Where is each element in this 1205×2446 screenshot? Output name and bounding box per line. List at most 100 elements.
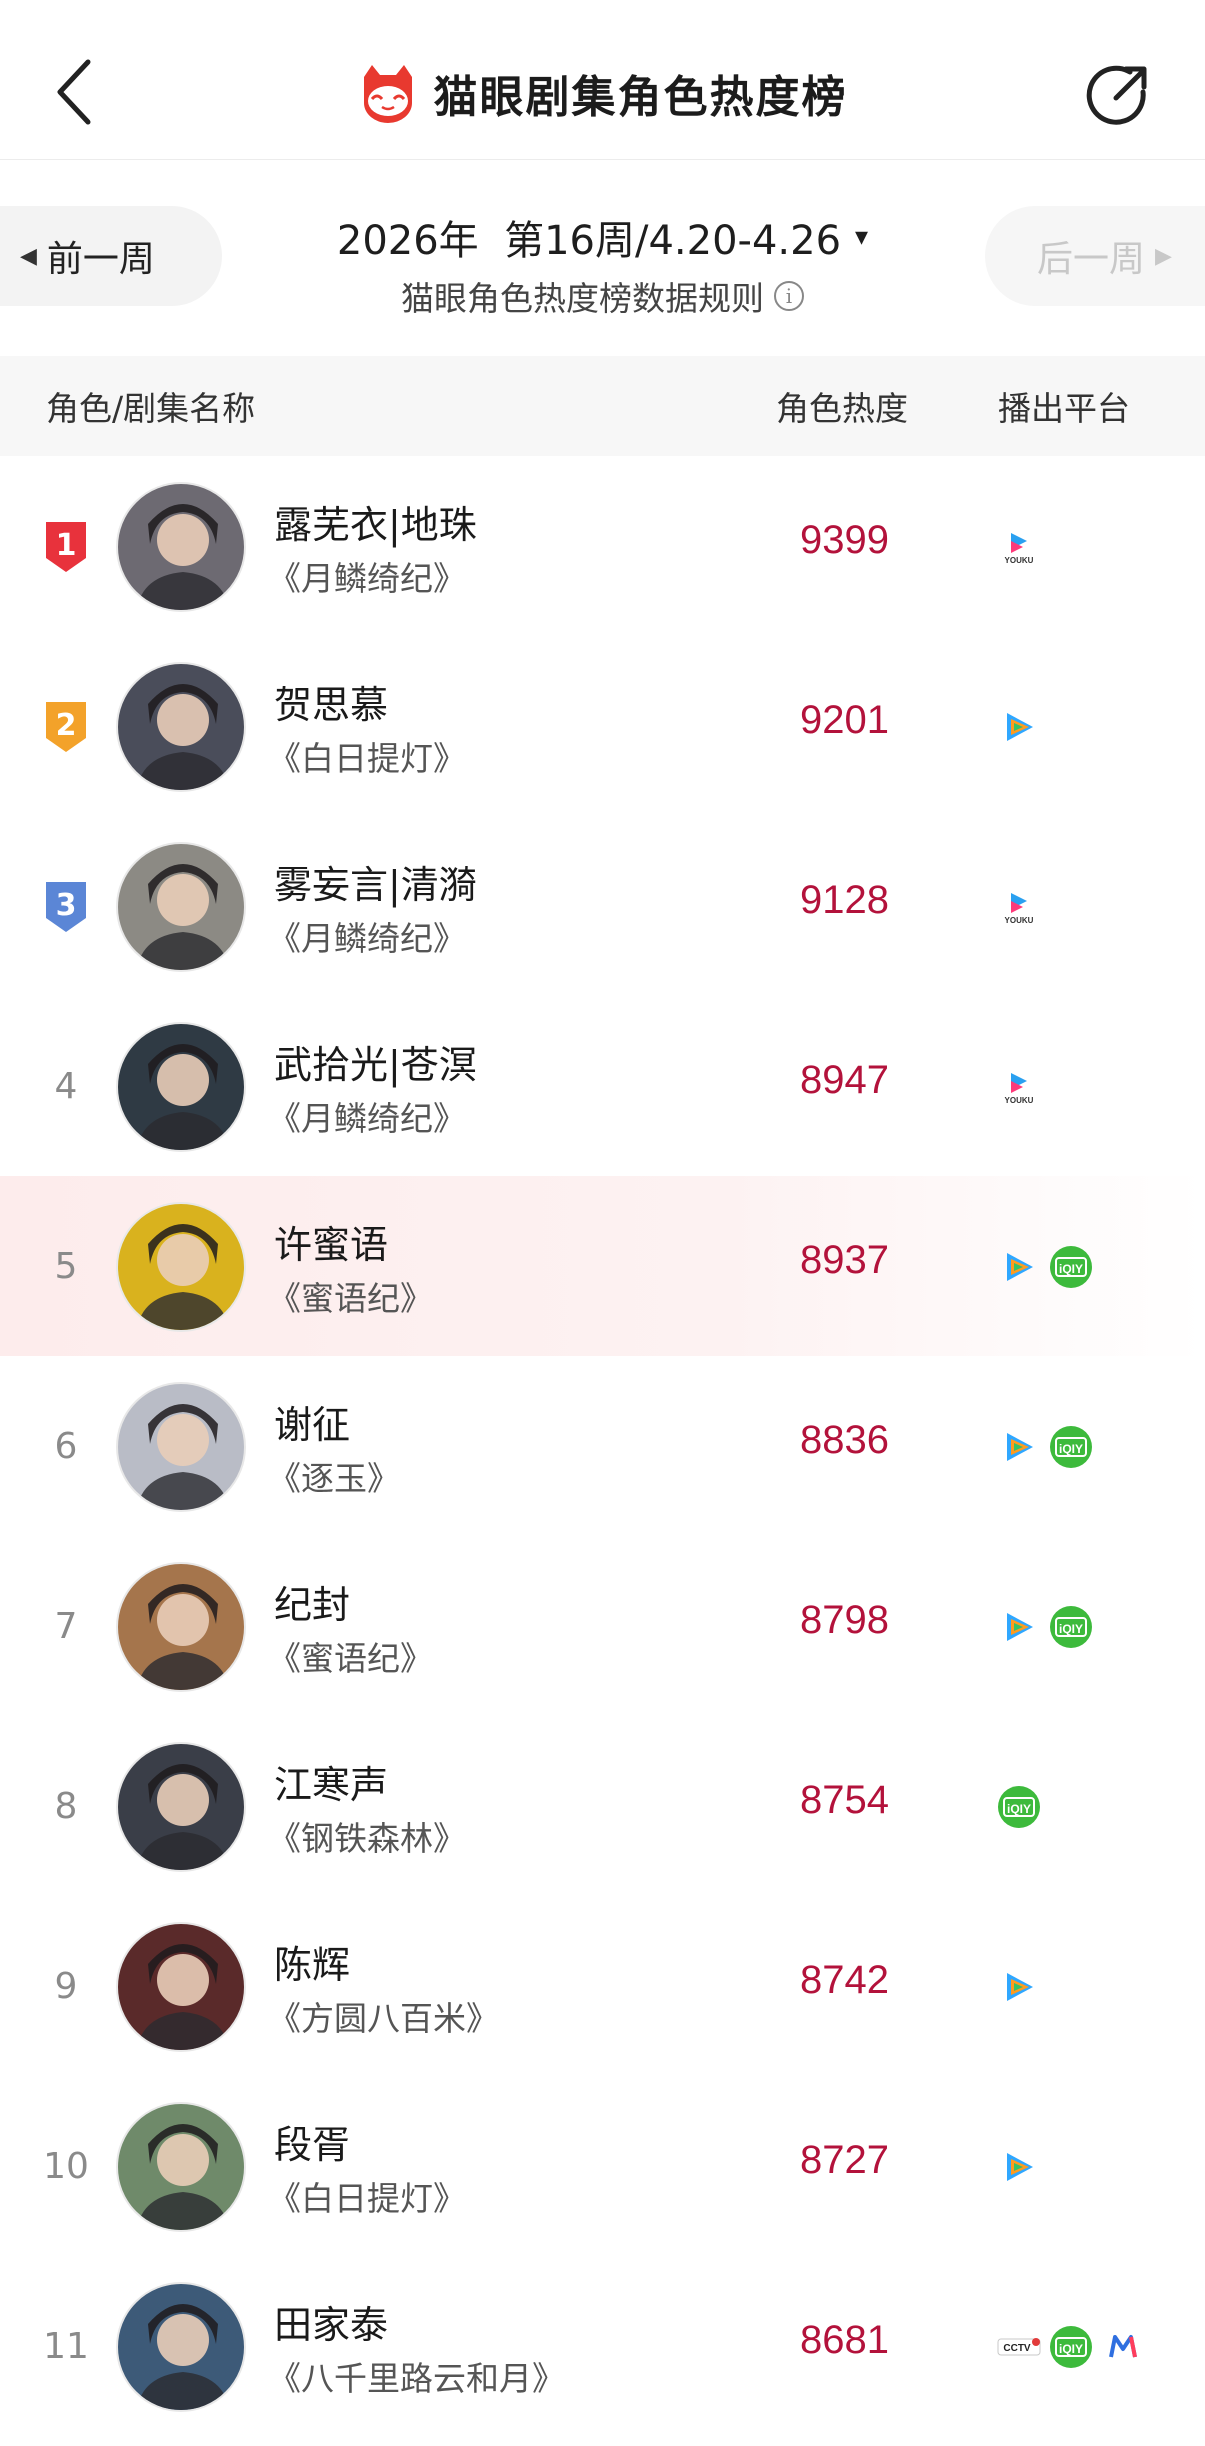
iqiyi-logo-icon: iQIY — [1048, 1244, 1094, 1290]
character-name: 许蜜语 — [274, 1223, 389, 1267]
caret-down-icon: ▾ — [855, 222, 869, 252]
rank-number: 7 — [54, 1605, 78, 1647]
series-name: 《月鳞绮纪》 — [268, 919, 466, 958]
platform-list: iQIY — [996, 1242, 1094, 1292]
week-selector[interactable]: 2026年 第16周/4.20-4.26 ▾ — [300, 208, 905, 266]
character-name: 江寒声 — [274, 1763, 389, 1807]
tencent-video-logo-icon — [996, 1964, 1042, 2010]
series-name: 《月鳞绮纪》 — [268, 559, 466, 598]
page-title: 猫眼剧集角色热度榜 — [433, 72, 848, 123]
rank-number: 2 — [55, 707, 77, 743]
ranking-row[interactable]: 2 贺思慕 《白日提灯》 9201 — [0, 636, 1205, 816]
ranking-row[interactable]: 11 田家泰 《八千里路云和月》 8681 CCTV iQIY — [0, 2256, 1205, 2436]
avatar — [116, 1202, 246, 1332]
tencent-video-logo-icon — [996, 1244, 1042, 1290]
column-header-heat: 角色热度 — [776, 389, 908, 428]
platform-list — [996, 702, 1042, 752]
series-name: 《白日提灯》 — [268, 2179, 466, 2218]
avatar — [116, 662, 246, 792]
ranking-row[interactable]: 9 陈辉《方圆八百米》 8742 — [0, 1896, 1205, 2076]
character-name: 段胥 — [274, 2123, 351, 2167]
series-name: 《月鳞绮纪》 — [268, 1099, 466, 1138]
heat-value: 8727 — [800, 2138, 889, 2182]
youku-logo-icon: YOUKU — [996, 524, 1042, 570]
next-week-label: 后一周 — [1037, 239, 1146, 280]
heat-value: 8681 — [800, 2318, 889, 2362]
series-name: 《钢铁森林》 — [268, 1819, 466, 1858]
platform-list: iQIY — [996, 1602, 1094, 1652]
ranking-row[interactable]: 8 江寒声 《钢铁森林》 8754 iQIY — [0, 1716, 1205, 1896]
avatar — [116, 2102, 246, 2232]
svg-text:YOUKU: YOUKU — [1005, 916, 1034, 925]
avatar — [116, 1562, 246, 1692]
maoyan-cat-logo — [363, 65, 412, 123]
ranking-row[interactable]: 1 露芜衣|地珠《月鳞绮纪》 9399 YOUKU — [0, 456, 1205, 636]
character-name: 陈辉 — [274, 1943, 351, 1987]
avatar — [116, 1742, 246, 1872]
platform-list — [996, 2142, 1042, 2192]
ranking-row[interactable]: 7 纪封 《蜜语纪》 8798 iQIY — [0, 1536, 1205, 1716]
tencent-video-logo-icon — [996, 1604, 1042, 1650]
character-name: 露芜衣|地珠 — [274, 503, 477, 547]
week-text: 2026年 第16周/4.20-4.26 — [336, 218, 842, 264]
heat-value: 8937 — [800, 1238, 889, 1282]
platform-list: YOUKU — [996, 882, 1042, 932]
share-button[interactable] — [1086, 62, 1152, 128]
svg-text:YOUKU: YOUKU — [1005, 1096, 1034, 1105]
ranking-list: 1 露芜衣|地珠《月鳞绮纪》 9399 YOUKU 2 贺思慕 《白日提灯》 9201 3 雾妄言… — [0, 456, 1205, 2436]
platform-list: iQIY — [996, 1782, 1042, 1832]
svg-text:iQIY: iQIY — [1007, 1802, 1031, 1816]
series-name: 《方圆八百米》 — [268, 1999, 499, 2038]
rank-badge: 3 — [40, 878, 92, 934]
iqiyi-logo-icon: iQIY — [996, 1784, 1042, 1830]
share-icon — [1086, 65, 1147, 125]
ranking-row[interactable]: 5 许蜜语 《蜜语纪》 8937 iQIY — [0, 1176, 1205, 1356]
series-name: 《蜜语纪》 — [268, 1639, 433, 1678]
svg-text:iQIY: iQIY — [1059, 1622, 1083, 1636]
tencent-video-logo-icon — [996, 2144, 1042, 2190]
iqiyi-logo-icon: iQIY — [1048, 2324, 1094, 2370]
avatar — [116, 1022, 246, 1152]
column-header-name: 角色/剧集名称 — [46, 389, 256, 428]
series-name: 《逐玉》 — [268, 1459, 400, 1498]
rank-number: 9 — [54, 1965, 78, 2007]
next-week-button[interactable]: 后一周 ▶ — [985, 206, 1205, 306]
character-name: 雾妄言|清漪 — [274, 863, 477, 907]
avatar — [116, 842, 246, 972]
svg-text:iQIY: iQIY — [1059, 1442, 1083, 1456]
platform-list: CCTV iQIY — [996, 2322, 1146, 2372]
table-header: 角色/剧集名称 角色热度 播出平台 — [0, 356, 1205, 456]
iqiyi-logo-icon: iQIY — [1048, 1424, 1094, 1470]
rank-badge: 1 — [40, 518, 92, 574]
rank-number: 6 — [54, 1425, 78, 1467]
platform-list: YOUKU — [996, 522, 1042, 572]
heat-value: 9201 — [800, 698, 889, 742]
character-name: 武拾光|苍溟 — [274, 1043, 477, 1087]
ranking-row[interactable]: 4 武拾光|苍溟 《月鳞绮纪》 8947 YOUKU — [0, 996, 1205, 1176]
svg-text:iQIY: iQIY — [1059, 1262, 1083, 1276]
character-name: 谢征 — [274, 1403, 351, 1447]
character-name: 田家泰 — [274, 2303, 389, 2347]
prev-week-button[interactable]: ◀ 前一周 — [0, 206, 222, 306]
week-navigation: ◀ 前一周 2026年 第16周/4.20-4.26 ▾ 猫眼角色热度榜数据规则… — [0, 200, 1205, 320]
svg-text:iQIY: iQIY — [1059, 2342, 1083, 2356]
prev-week-label: 前一周 — [46, 239, 155, 280]
rank-number: 5 — [54, 1245, 78, 1287]
column-header-platform: 播出平台 — [998, 389, 1130, 428]
svg-text:YOUKU: YOUKU — [1005, 556, 1034, 565]
heat-value: 8742 — [800, 1958, 889, 2002]
platform-list — [996, 1962, 1042, 2012]
iqiyi-logo-icon: iQIY — [1048, 1604, 1094, 1650]
tencent-video-logo-icon — [996, 704, 1042, 750]
triangle-left-icon: ◀ — [20, 243, 37, 269]
tencent-video-logo-icon — [996, 1424, 1042, 1470]
ranking-row[interactable]: 3 雾妄言|清漪 《月鳞绮纪》 9128 YOUKU — [0, 816, 1205, 996]
rank-number: 4 — [54, 1065, 78, 1107]
ranking-row[interactable]: 10 段胥《白日提灯》 8727 — [0, 2076, 1205, 2256]
data-rules-link[interactable]: 猫眼角色热度榜数据规则 i — [300, 272, 905, 320]
rank-number: 10 — [43, 2145, 89, 2187]
heat-value: 9399 — [800, 518, 889, 562]
youku-logo-icon: YOUKU — [996, 884, 1042, 930]
ranking-row[interactable]: 6 谢征 《逐玉》 8836 iQIY — [0, 1356, 1205, 1536]
series-name: 《八千里路云和月》 — [268, 2359, 565, 2398]
